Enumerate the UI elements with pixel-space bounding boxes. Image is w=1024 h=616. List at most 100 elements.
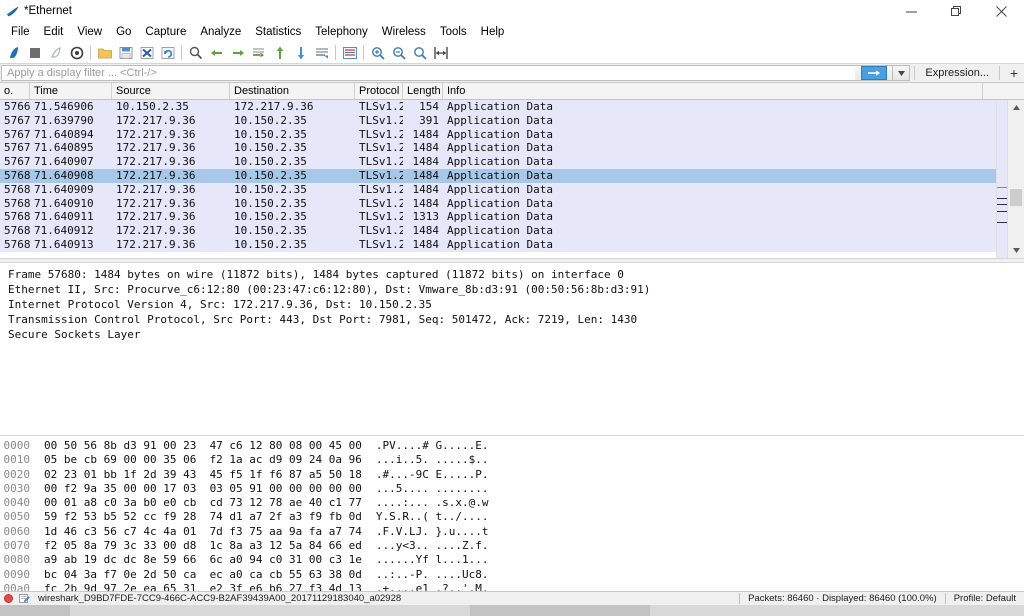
packet-row[interactable]: 57679 71.640907 172.217.9.36 10.150.2.35 TLS… [0,155,1007,169]
packet-details-pane[interactable]: Frame 57680: 1484 bytes on wire (11872 b… [0,263,1024,435]
go-first-packet-icon[interactable] [269,43,290,63]
detail-line[interactable]: Transmission Control Protocol, Src Port:… [8,312,1024,327]
hex-line[interactable]: 0050 59 f2 53 b5 52 cc f9 28 74 d1 a7 2f … [0,510,1024,524]
go-back-icon[interactable] [206,43,227,63]
packet-row[interactable]: 57681 71.640909 172.217.9.36 10.150.2.35 TLS… [0,182,1007,197]
close-button[interactable] [979,0,1024,22]
capture-comment-icon[interactable] [16,593,32,604]
packet-list-scrollbar[interactable] [1007,100,1024,258]
filter-expression-button[interactable]: Expression... [919,64,995,82]
column-destination[interactable]: Destination [230,83,355,99]
menu-view[interactable]: View [70,22,109,42]
scrollbar-thumb[interactable] [1010,189,1022,206]
profile-label[interactable]: Profile: Default [954,593,1024,604]
menu-bar: File Edit View Go Capture Analyze Statistics Te… [0,22,1024,42]
packet-row[interactable]: 57682 71.640910 172.217.9.36 10.150.2.35 TLS… [0,196,1007,211]
hex-line[interactable]: 0080 a9 ab 19 dc dc 8e 59 66 6c a0 94 c0 … [0,553,1024,567]
packet-cell-info: Application Data [447,155,553,169]
menu-go[interactable]: Go [109,22,138,42]
detail-line[interactable]: Internet Protocol Version 4, Src: 172.21… [8,297,1024,312]
hex-line[interactable]: 0070 f2 05 8a 79 3c 33 00 d8 1c 8a a3 12 … [0,539,1024,553]
close-file-icon[interactable] [136,43,157,63]
resize-columns-icon[interactable] [430,43,451,63]
restore-button[interactable] [934,0,979,22]
packet-cell-info: Application Data [447,100,553,113]
save-file-icon[interactable] [115,43,136,63]
filter-bookmark-dropdown[interactable] [893,65,911,81]
column-protocol[interactable]: Protocol ⌃ [355,83,403,99]
hex-line[interactable]: 0040 00 01 a8 c0 3a b0 e0 cb cd 73 12 78 … [0,496,1024,510]
zoom-in-icon[interactable] [367,43,388,63]
column-source[interactable]: Source [112,83,230,99]
apply-filter-button[interactable] [855,65,894,81]
zoom-out-icon[interactable] [388,43,409,63]
packet-row[interactable]: 57662 71.546906 10.150.2.35 172.217.9.36 TLS… [0,100,1007,114]
scrollbar-track[interactable] [1008,115,1024,243]
detail-line[interactable]: Ethernet II, Src: Procurve_c6:12:80 (00:… [8,282,1024,297]
menu-capture[interactable]: Capture [138,22,193,42]
menu-analyze[interactable]: Analyze [193,22,248,42]
packet-row[interactable]: 57677 71.640894 172.217.9.36 10.150.2.35 TLS… [0,127,1007,142]
scroll-down-arrow-icon[interactable] [1008,243,1024,258]
expert-info-icon[interactable] [0,594,16,603]
menu-tools[interactable]: Tools [433,22,474,42]
menu-edit[interactable]: Edit [37,22,71,42]
scroll-up-arrow-icon[interactable] [1008,100,1024,115]
detail-line[interactable]: Frame 57680: 1484 bytes on wire (11872 b… [8,267,1024,282]
packet-row[interactable]: 57678 71.640895 172.217.9.36 10.150.2.35 TLS… [0,141,1007,156]
column-no[interactable]: o. [0,83,30,99]
colorize-packets-icon[interactable] [339,43,360,63]
hex-offset: 0050 [3,510,31,524]
menu-file[interactable]: File [4,22,37,42]
display-filter-input[interactable]: Apply a display filter ... <Ctrl-/> [1,65,856,81]
hex-line[interactable]: 0090 bc 04 3a f7 0e 2d 50 ca ec a0 ca cb … [0,568,1024,582]
detail-line[interactable]: Secure Sockets Layer [8,327,1024,342]
menu-telephony[interactable]: Telephony [308,22,374,42]
packet-cell-time: 71.640912 [34,224,94,238]
autoscroll-icon[interactable] [311,43,332,63]
packet-row[interactable]: 57680 71.640908 172.217.9.36 10.150.2.35 TLS… [0,168,1007,183]
hex-line[interactable]: 0000 00 50 56 8b d3 91 00 23 47 c6 12 80 … [0,439,1024,453]
display-filter-bar: Apply a display filter ... <Ctrl-/> Expr… [0,64,1024,83]
stop-capture-icon[interactable] [24,43,45,63]
reload-file-icon[interactable] [157,43,178,63]
packet-cell-destination: 10.150.2.35 [234,182,307,196]
packet-row[interactable]: 57683 71.640911 172.217.9.36 10.150.2.35 TLS… [0,210,1007,225]
minimize-button[interactable] [889,0,934,22]
toolbar-separator [90,45,91,60]
hex-line[interactable]: 0030 00 f2 9a 35 00 00 17 03 03 05 91 00 … [0,482,1024,496]
go-last-packet-icon[interactable] [290,43,311,63]
zoom-reset-icon[interactable] [409,43,430,63]
hex-ascii: ...i..5. .....$.. [375,453,489,467]
start-capture-icon[interactable] [3,43,24,63]
add-filter-button[interactable]: + [1004,64,1024,82]
column-length[interactable]: Length [403,83,443,99]
packet-list-rows[interactable]: 5766271.54690610.150.2.35172.217.9.36TLS… [0,100,1007,258]
packet-cell-protocol: TLSv1.2 [359,182,403,196]
open-file-icon[interactable] [94,43,115,63]
go-to-packet-icon[interactable] [248,43,269,63]
column-time[interactable]: Time [30,83,112,99]
hex-offset: 0070 [3,539,31,553]
menu-statistics[interactable]: Statistics [248,22,308,42]
menu-wireless[interactable]: Wireless [375,22,433,42]
packet-row[interactable]: 57676 71.639790 172.217.9.36 10.150.2.35 TLS… [0,113,1007,128]
intelligent-scrollbar[interactable] [996,100,1007,258]
find-packet-icon[interactable] [185,43,206,63]
filter-divider-2 [999,66,1000,80]
status-divider-1 [739,593,741,604]
packet-list-pane[interactable]: o. Time Source Destination Protocol ⌃ Length In… [0,83,1024,258]
go-forward-icon[interactable] [227,43,248,63]
hex-ascii: ..:..-P. ....Uc8. [375,567,489,581]
hex-line[interactable]: 0020 02 23 01 bb 1f 2d 39 43 45 f5 1f f6 … [0,468,1024,482]
packet-row[interactable]: 57685 71.640913 172.217.9.36 10.150.2.35 TLS… [0,237,1007,252]
hex-line[interactable]: 0060 1d 46 c3 56 c7 4c 4a 01 7d f3 75 aa … [0,525,1024,539]
restart-capture-icon[interactable] [45,43,66,63]
hex-bytes: 00 f2 9a 35 00 00 17 03 03 05 91 00 00 0… [44,481,362,495]
column-info[interactable]: Info [443,83,983,99]
menu-help[interactable]: Help [474,22,512,42]
hex-line[interactable]: 0010 05 be cb 69 00 00 35 06 f2 1a ac d9 … [0,453,1024,467]
packet-row[interactable]: 57684 71.640912 172.217.9.36 10.150.2.35 TLS… [0,224,1007,238]
packet-bytes-pane[interactable]: 0000 00 50 56 8b d3 91 00 23 47 c6 12 80 … [0,435,1024,611]
capture-options-icon[interactable] [66,43,87,63]
